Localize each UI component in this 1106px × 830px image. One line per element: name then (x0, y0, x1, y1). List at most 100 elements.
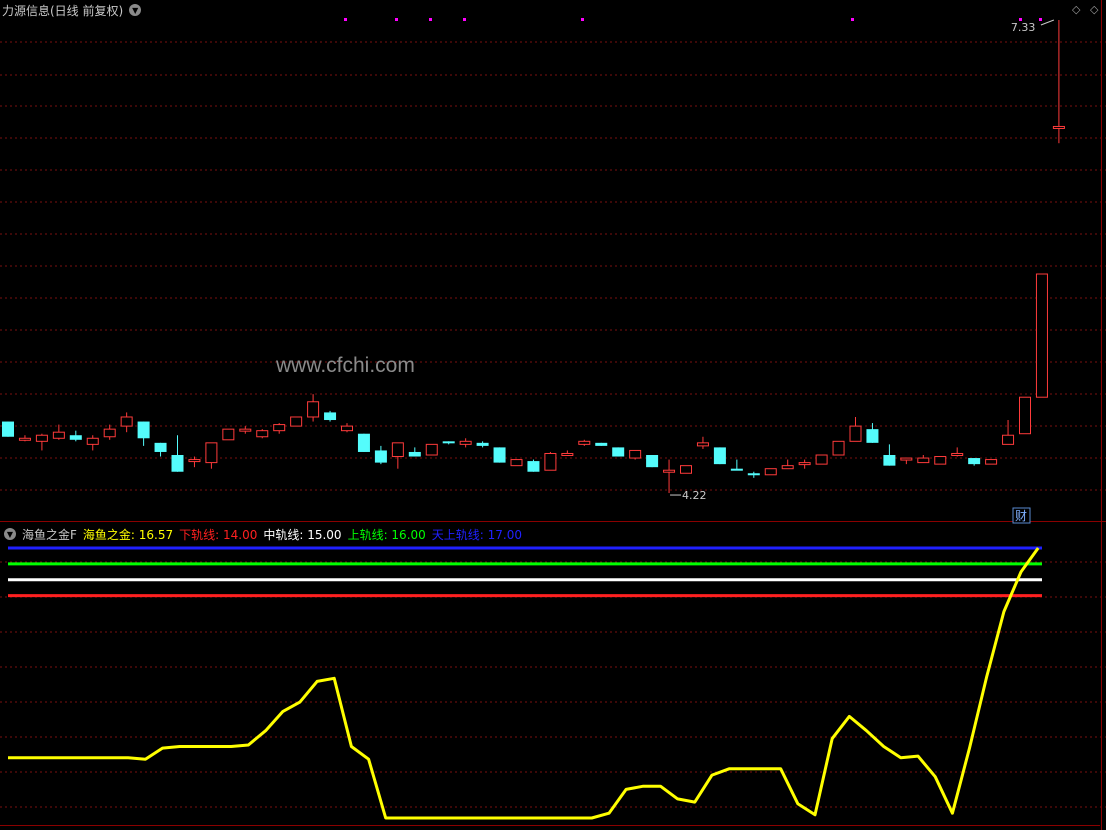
candle-body (35, 434, 48, 442)
candlestick (900, 457, 913, 465)
candlestick (205, 442, 218, 469)
candlestick (527, 459, 540, 472)
candle-body (815, 454, 828, 465)
signal-marker (429, 18, 432, 21)
candlestick (730, 459, 743, 471)
candlestick (86, 435, 99, 451)
candlestick (544, 451, 557, 471)
candlestick (137, 421, 150, 446)
candlestick (374, 445, 387, 465)
candle-body (646, 455, 659, 468)
candlestick (934, 456, 947, 465)
high-marker-line (1040, 19, 1055, 26)
candlestick (595, 442, 608, 446)
signal-marker (463, 18, 466, 21)
candle-body (713, 447, 726, 465)
candlestick (35, 433, 48, 451)
candle-body (781, 465, 794, 470)
candlestick (222, 428, 235, 441)
candlestick (391, 442, 404, 469)
candlestick (985, 459, 998, 465)
candlestick (171, 435, 184, 472)
finance-badge: 财 (1015, 509, 1027, 523)
candle-body (154, 442, 167, 452)
candle-body (239, 428, 252, 432)
candlestick (459, 438, 472, 448)
candlestick (849, 416, 862, 442)
indicator-name: 海鱼之金F (22, 527, 77, 542)
candlestick (2, 421, 14, 437)
chart-canvas: www.cfchi.com 7.33 4.22 财 (0, 0, 1106, 830)
candle-body (1035, 273, 1048, 398)
candlestick (781, 459, 794, 470)
candle-body (968, 458, 981, 465)
candlestick (290, 416, 303, 427)
diamond-icon[interactable]: ◇ (1090, 3, 1098, 16)
chevron-down-icon[interactable]: ▼ (129, 4, 142, 16)
candle-body (273, 424, 286, 432)
stock-title: 力源信息(日线 前复权) (2, 3, 124, 18)
value-sky-band: 天上轨线: 17.00 (431, 527, 522, 542)
candle-body (696, 442, 709, 447)
candlestick (968, 458, 981, 466)
candle-body (2, 421, 14, 437)
candlestick (273, 423, 286, 434)
candlestick (408, 447, 421, 457)
candlestick (883, 444, 896, 466)
candle-body (307, 401, 320, 418)
candlestick (69, 430, 82, 442)
candle-body (290, 416, 303, 427)
candle-body (86, 437, 99, 445)
candle-body (934, 456, 947, 465)
candle-body (476, 442, 489, 446)
candlestick (324, 410, 337, 422)
candlestick (52, 424, 65, 440)
diamond-icon[interactable]: ◇ (1072, 3, 1080, 16)
candlestick (747, 471, 760, 478)
watermark: www.cfchi.com (275, 354, 415, 377)
candle-body (137, 421, 150, 439)
candle-body (1002, 434, 1015, 445)
candlestick (561, 450, 574, 456)
candlestick (425, 443, 438, 456)
candle-body (357, 433, 370, 452)
candle-body (256, 430, 269, 438)
candle-body (747, 473, 760, 476)
candle-body (849, 425, 862, 442)
candlestick (307, 394, 320, 422)
candlestick (120, 412, 133, 433)
value-haiyu: 海鱼之金: 16.57 (82, 527, 174, 542)
candlestick (442, 441, 455, 445)
candlestick (256, 429, 269, 439)
signal-marker (851, 18, 854, 21)
candle-body (917, 457, 930, 464)
candlestick (663, 459, 676, 494)
candlestick (696, 436, 709, 449)
candle-body (18, 437, 31, 441)
candle-body (459, 440, 472, 445)
candlestick (18, 435, 31, 442)
candle-body (120, 416, 133, 427)
candlestick (798, 459, 811, 469)
candle-body (629, 449, 642, 459)
candle-body (680, 465, 692, 474)
chevron-down-icon[interactable]: ▼ (4, 528, 16, 540)
candlestick (578, 439, 591, 446)
candle-body (205, 442, 218, 464)
candle-body (69, 435, 82, 440)
candle-body (341, 425, 353, 432)
candle-body (222, 428, 235, 441)
signal-marker (344, 18, 347, 21)
candle-body (527, 461, 540, 472)
candle-body (595, 442, 608, 446)
candlestick (646, 455, 659, 468)
candlestick (917, 455, 930, 464)
main-chart-header: 力源信息(日线 前复权) ▼ (0, 0, 142, 20)
low-price-label: 4.22 (682, 489, 707, 502)
candle-body (663, 469, 676, 473)
candlestick (951, 447, 964, 457)
value-upper-band: 上轨线: 16.00 (347, 527, 426, 542)
value-middle-band: 中轨线: 15.00 (263, 527, 342, 542)
candlestick (764, 468, 777, 476)
candlestick (493, 447, 506, 463)
